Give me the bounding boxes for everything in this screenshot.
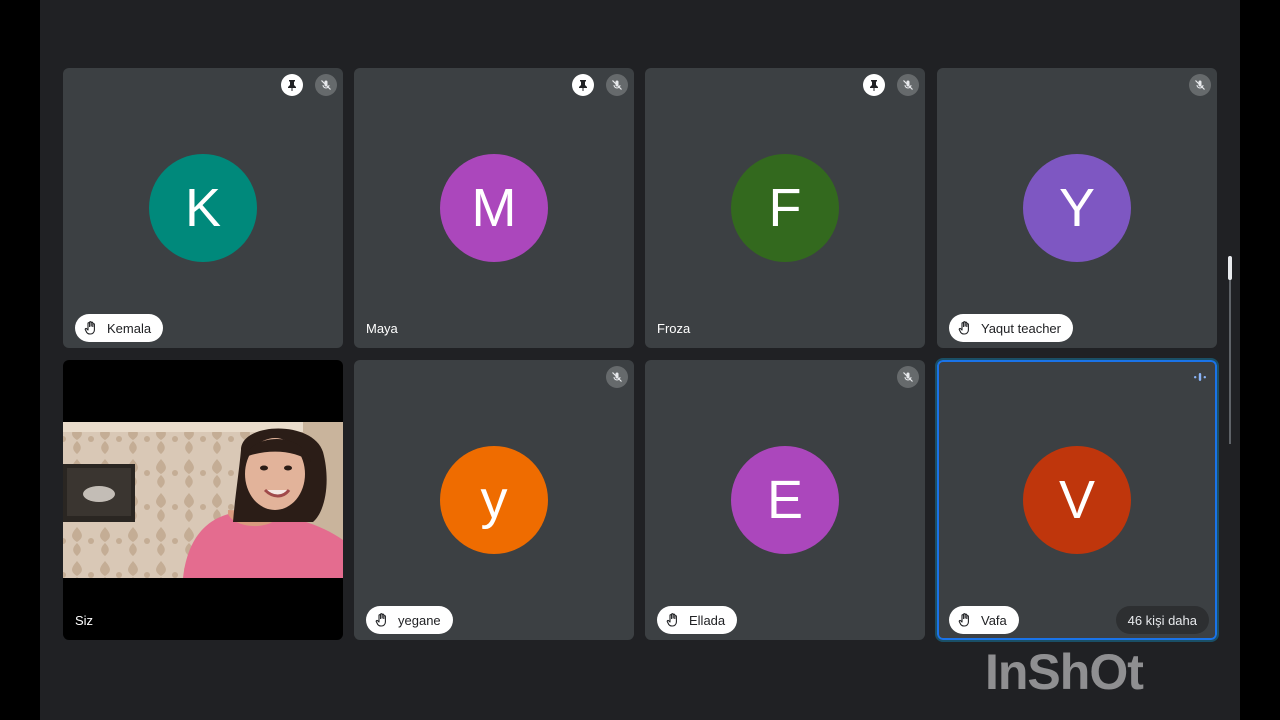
pin-icon[interactable] [281, 74, 303, 96]
watermark-logo: InShOt [985, 644, 1144, 700]
participant-name-badge: Yaqut teacher [949, 314, 1073, 342]
participant-name: Yaqut teacher [981, 320, 1061, 336]
avatar: y [440, 446, 548, 554]
participant-tile-froza[interactable]: F Froza [645, 68, 925, 348]
self-video [63, 422, 343, 578]
mic-off-icon [315, 74, 337, 96]
mic-off-icon [606, 74, 628, 96]
participant-name-badge: Ellada [657, 606, 738, 634]
participant-name: Ellada [689, 612, 726, 628]
participant-name: Maya [366, 321, 398, 336]
avatar: V [1023, 446, 1131, 554]
participant-tile-ellada[interactable]: E Ellada [645, 360, 925, 640]
participant-tile-maya[interactable]: M Maya [354, 68, 634, 348]
participant-name: Kemala [107, 320, 152, 336]
avatar: F [731, 154, 839, 262]
participant-name-badge: Kemala [75, 314, 164, 342]
pin-icon[interactable] [863, 74, 885, 96]
mic-off-icon [606, 366, 628, 388]
mic-off-icon [1189, 74, 1211, 96]
participant-tile-self[interactable]: Siz [63, 360, 343, 640]
avatar: E [731, 446, 839, 554]
more-participants-badge[interactable]: 46 kişi daha [1115, 606, 1209, 634]
participant-name: Froza [657, 321, 691, 336]
participant-tile-yegane[interactable]: y yegane [354, 360, 634, 640]
participant-name: yegane [398, 612, 441, 628]
participant-tile-vafa[interactable]: V Vafa 46 kişi daha [935, 358, 1219, 642]
mic-off-icon [897, 366, 919, 388]
participant-name-badge: yegane [366, 606, 453, 634]
participant-name-badge: Vafa [949, 606, 1019, 634]
participant-name: Siz [75, 613, 94, 628]
scrollbar-track[interactable] [1229, 256, 1231, 444]
raised-hand-icon [957, 612, 973, 628]
raised-hand-icon [374, 612, 390, 628]
mic-off-icon [897, 74, 919, 96]
raised-hand-icon [665, 612, 681, 628]
scrollbar-thumb[interactable] [1228, 256, 1232, 280]
pin-icon[interactable] [572, 74, 594, 96]
participant-tile-yaqut-teacher[interactable]: Y Yaqut teacher [937, 68, 1217, 348]
avatar: Y [1023, 154, 1131, 262]
participant-name: Vafa [981, 612, 1007, 628]
meeting-stage: K Kemala M Maya F Froza Y Yaqut teacher … [40, 0, 1240, 720]
avatar: M [440, 154, 548, 262]
raised-hand-icon [957, 320, 973, 336]
avatar: K [149, 154, 257, 262]
participant-tile-kemala[interactable]: K Kemala [63, 68, 343, 348]
audio-level-icon [1189, 366, 1211, 388]
raised-hand-icon [83, 320, 99, 336]
